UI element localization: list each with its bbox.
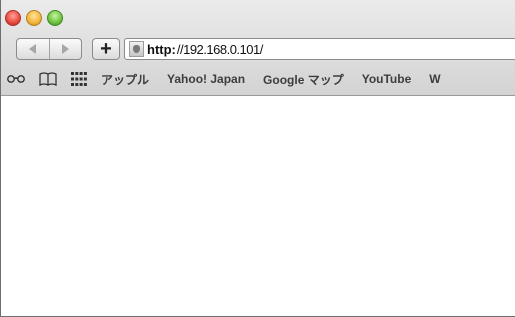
bookmarks-book-icon[interactable] [39, 72, 57, 86]
url-host: //192.168.0.101/ [176, 41, 263, 57]
bookmarks-bar: アップル Yahoo! Japan Google マップ YouTube W [7, 70, 459, 88]
page-content [1, 96, 515, 316]
back-arrow-icon [29, 44, 37, 54]
bookmark-yahoo-japan[interactable]: Yahoo! Japan [167, 72, 245, 86]
top-sites-grid-icon[interactable] [71, 72, 87, 86]
close-button[interactable] [5, 10, 21, 26]
bookmark-youtube[interactable]: YouTube [362, 72, 412, 86]
back-forward-group [16, 38, 82, 60]
url-scheme: http: [147, 41, 176, 57]
bookmark-w[interactable]: W [429, 72, 440, 86]
browser-window: + http: //192.168.0.101/ アップル Yahoo! Jap… [0, 0, 515, 317]
bookmark-apple[interactable]: アップル [101, 71, 149, 88]
zoom-button[interactable] [47, 10, 63, 26]
add-bookmark-button[interactable]: + [92, 38, 120, 60]
title-toolbar: + http: //192.168.0.101/ アップル Yahoo! Jap… [1, 0, 515, 96]
forward-arrow-icon [61, 44, 69, 54]
reading-list-icon[interactable] [7, 74, 25, 84]
apple-favicon-icon [129, 41, 144, 57]
back-button[interactable] [17, 39, 49, 59]
minimize-button[interactable] [26, 10, 42, 26]
window-controls [5, 10, 63, 26]
bookmark-google-maps[interactable]: Google マップ [263, 71, 344, 88]
address-bar[interactable]: http: //192.168.0.101/ [124, 38, 515, 60]
forward-button[interactable] [48, 39, 82, 59]
